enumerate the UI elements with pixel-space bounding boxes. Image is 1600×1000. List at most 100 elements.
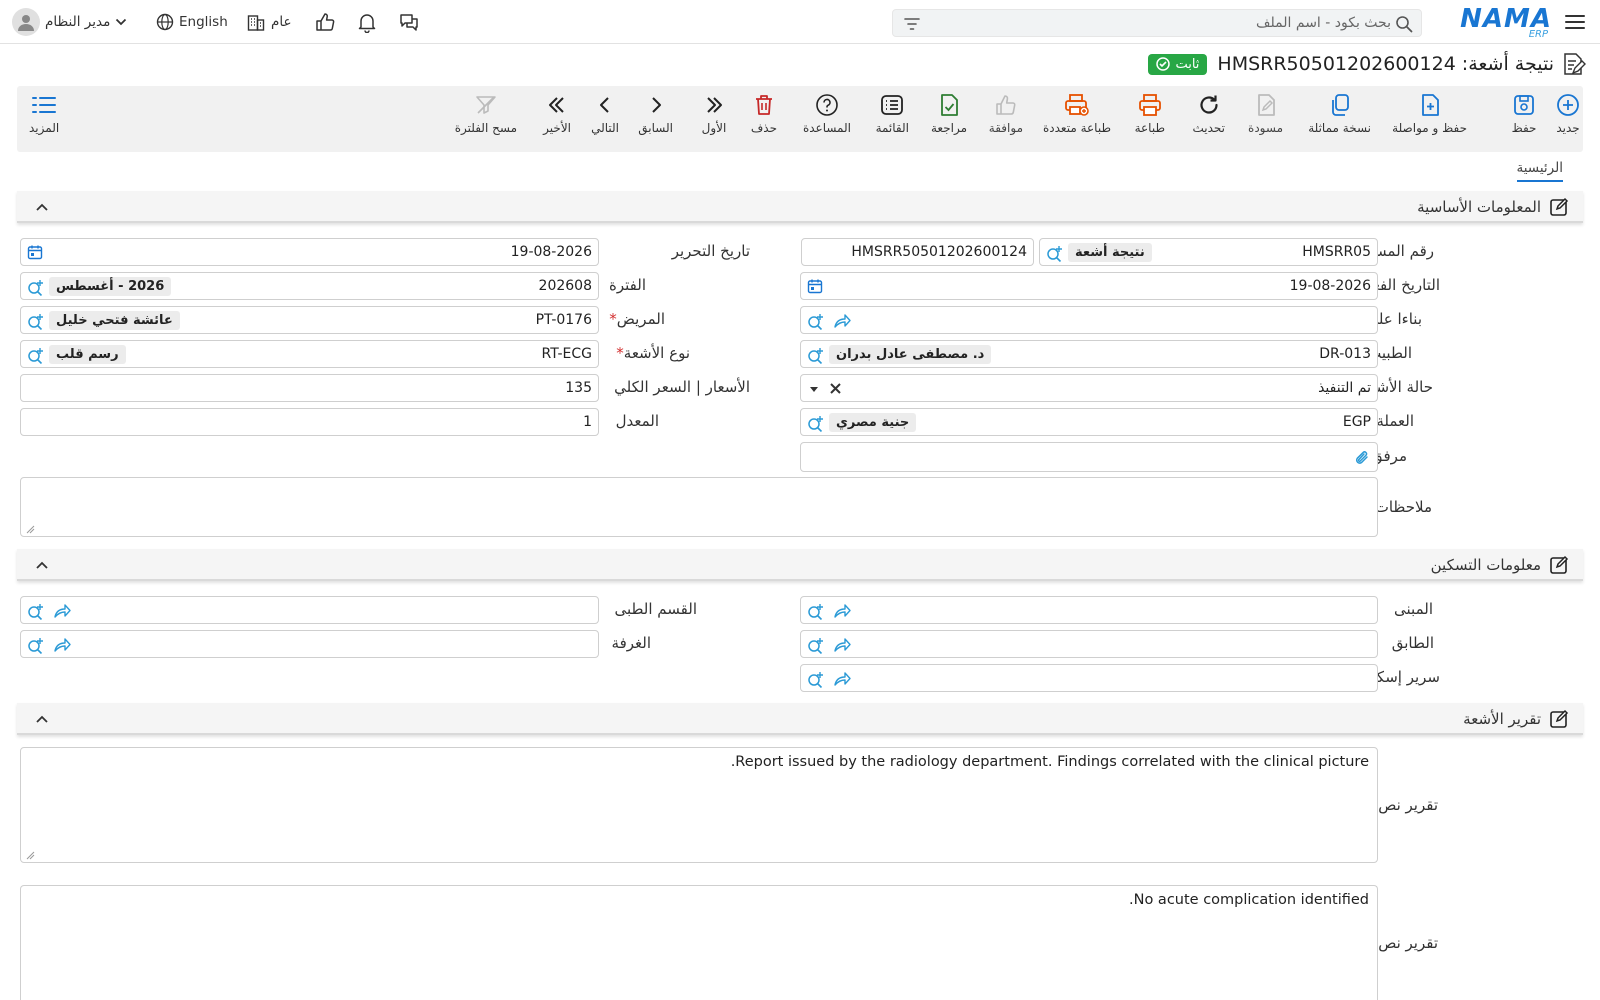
room-label: الغرفة [611,634,651,652]
share-arrow-icon[interactable] [833,602,851,620]
tab-main[interactable]: الرئيسية [1516,160,1563,182]
user-menu[interactable]: مدير النظام [12,8,127,36]
multi-printer-icon [1064,92,1090,118]
currency-field[interactable]: EGP جنية مصري [800,408,1378,436]
search-lookup-icon[interactable] [1046,244,1064,262]
clear-icon[interactable] [829,382,842,395]
doctor-name-chip: د. مصطفى عادل بدران [829,345,992,364]
refresh-button[interactable]: تحديث [1192,92,1225,135]
user-name: مدير النظام [45,14,111,30]
basic-info-header[interactable]: المعلومات الأساسية [17,191,1583,223]
like-button[interactable] [314,10,336,34]
currency-code: EGP [1342,414,1371,430]
last-button[interactable]: الأخير [543,92,571,135]
edit-date-field[interactable]: 19-08-2026 [20,238,599,266]
share-arrow-icon[interactable] [53,636,71,654]
menu-icon[interactable] [1564,11,1586,33]
price-field[interactable]: 135 [20,374,599,402]
nama-logo[interactable]: NAMA ERP [1460,4,1552,40]
doc-number-field[interactable]: HMSRR05 نتيجة أشعة [1039,238,1378,266]
patient-field[interactable]: PT-0176 عائشة فتحي خليل [20,306,599,334]
title-code: HMSRR50501202600124 [1217,53,1456,75]
xray-status-select[interactable]: تم التنفيذ [800,374,1378,402]
search-lookup-icon[interactable] [27,312,45,330]
attachment-field[interactable] [800,442,1378,472]
bed-field[interactable] [800,664,1378,692]
report-text1-textarea[interactable]: Report issued by the radiology departmen… [20,747,1378,863]
delete-button[interactable]: حذف [751,92,777,135]
resize-grip-icon[interactable] [25,850,35,860]
rate-field[interactable]: 1 [20,408,599,436]
print-button[interactable]: طباعة [1135,92,1165,135]
global-search [892,9,1422,37]
paperclip-icon[interactable] [1353,449,1371,467]
save-continue-button[interactable]: حفظ و مواصلة [1392,92,1467,135]
building-field[interactable] [800,596,1378,624]
xray-type-label: نوع الأشعة* [616,344,690,362]
report-header[interactable]: تقرير الأشعة [17,703,1583,735]
notes-textarea[interactable] [20,477,1378,537]
help-button[interactable]: المساعدة [803,92,851,135]
review-button[interactable]: مراجعة [931,92,967,135]
caret-down-icon[interactable] [809,384,819,394]
xray-type-label-text: نوع الأشعة [623,344,690,362]
period-field[interactable]: 202608 2026 - أغسطس [20,272,599,300]
housing-info-header[interactable]: معلومات التسكين [17,549,1583,581]
share-arrow-icon[interactable] [833,312,851,330]
search-lookup-icon[interactable] [27,636,45,654]
rate-label: المعدل [615,412,659,430]
new-button[interactable]: جديد [1555,92,1581,135]
next-button[interactable]: التالي [591,92,619,135]
messages-button[interactable] [398,10,420,34]
doctor-field[interactable]: DR-013 د. مصطفى عادل بدران [800,340,1378,368]
plus-circle-icon [1555,92,1581,118]
search-lookup-icon[interactable] [807,346,825,364]
search-lookup-icon[interactable] [807,636,825,654]
search-icon[interactable] [1395,15,1413,33]
calendar-icon[interactable] [27,244,43,260]
first-button[interactable]: الأول [701,92,727,135]
chevron-down-icon [116,18,127,26]
multi-print-button[interactable]: طباعة متعددة [1043,92,1111,135]
search-lookup-icon[interactable] [27,278,45,296]
chevron-left-icon [592,92,618,118]
chevron-up-icon[interactable] [35,558,49,572]
xray-status-value: تم التنفيذ [1318,380,1371,396]
chevron-up-icon[interactable] [35,712,49,726]
approve-button[interactable]: موافقة [989,92,1023,135]
save-button[interactable]: حفظ [1511,92,1537,135]
approve-label: موافقة [988,121,1023,135]
room-field[interactable] [20,630,599,658]
report-text2-textarea[interactable]: No acute complication identified. [20,885,1378,1000]
list-button[interactable]: القائمة [876,92,909,135]
search-lookup-icon[interactable] [807,670,825,688]
based-on-field[interactable] [800,306,1378,334]
actual-date-field[interactable]: 19-08-2026 [800,272,1378,300]
search-lookup-icon[interactable] [807,414,825,432]
floor-field[interactable] [800,630,1378,658]
print-label: طباعة [1134,121,1165,135]
share-arrow-icon[interactable] [53,602,71,620]
previous-button[interactable]: السابق [638,92,673,135]
clear-filter-button[interactable]: مسح الفلترة [455,92,517,135]
search-lookup-icon[interactable] [807,312,825,330]
xray-type-field[interactable]: RT-ECG رسم قلب [20,340,599,368]
duplicate-button[interactable]: نسخة مماثلة [1308,92,1371,135]
filter-icon[interactable] [903,15,921,33]
draft-button[interactable]: مسودة [1248,92,1283,135]
chevron-up-icon[interactable] [35,200,49,214]
search-input[interactable] [951,13,1391,33]
share-arrow-icon[interactable] [833,636,851,654]
branch-switch[interactable]: عام [246,10,292,34]
search-lookup-icon[interactable] [27,346,45,364]
resize-grip-icon[interactable] [25,524,35,534]
search-lookup-icon[interactable] [807,602,825,620]
notifications-button[interactable] [356,10,378,34]
more-button[interactable]: المزيد [29,92,59,135]
help-icon [814,92,840,118]
search-lookup-icon[interactable] [27,602,45,620]
department-field[interactable] [20,596,599,624]
language-switch[interactable]: English [156,10,228,34]
share-arrow-icon[interactable] [833,670,851,688]
calendar-icon[interactable] [807,278,823,294]
